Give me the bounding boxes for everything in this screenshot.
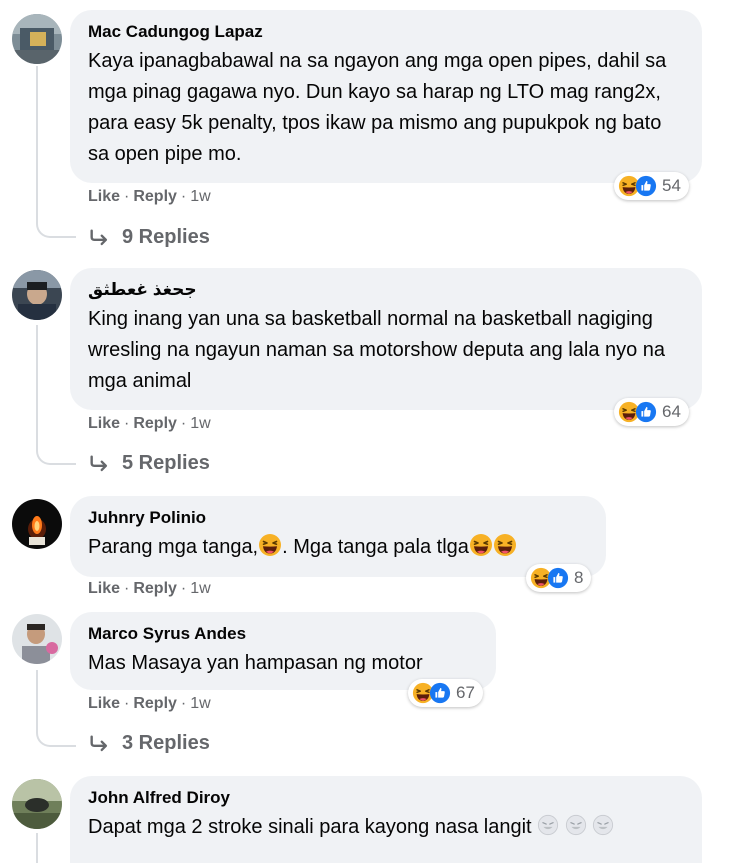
comment-text: King inang yan una sa basketball normal … xyxy=(88,308,666,392)
comment-bubble: جحغذ غعطثق King inang yan una sa basketb… xyxy=(70,268,702,410)
comment-author[interactable]: جحغذ غعطثق xyxy=(88,278,684,302)
comment-actions: Like · Reply · 1w xyxy=(88,415,211,433)
reaction-count: 54 xyxy=(662,176,681,195)
reply-arrow-icon xyxy=(88,227,110,249)
comment-actions: Like · Reply · 1w xyxy=(88,188,211,206)
comment-text: Kaya ipanagbabawal na sa ngayon ang mga … xyxy=(88,50,667,165)
comment-timestamp[interactable]: 1w xyxy=(190,695,210,712)
laughing-emoji-icon xyxy=(469,533,493,557)
comment-timestamp[interactable]: 1w xyxy=(190,415,210,432)
emoji-icon xyxy=(565,814,587,836)
like-button[interactable]: Like xyxy=(88,415,120,432)
reaction-summary[interactable]: 54 xyxy=(614,172,689,200)
emoji-icon xyxy=(537,814,559,836)
thread-line xyxy=(36,325,38,443)
comment-text: Mas Masaya yan hampasan ng motor xyxy=(88,652,423,674)
like-button[interactable]: Like xyxy=(88,580,120,597)
comment-author[interactable]: Marco Syrus Andes xyxy=(88,622,478,646)
comment-author[interactable]: John Alfred Diroy xyxy=(88,786,684,810)
like-reaction-icon xyxy=(429,682,451,704)
reply-button[interactable]: Reply xyxy=(133,415,177,432)
thread-line xyxy=(36,833,38,863)
like-button[interactable]: Like xyxy=(88,695,120,712)
comment-bubble: Juhnry Polinio Parang mga tanga, . Mga ta… xyxy=(70,496,606,577)
separator: · xyxy=(180,580,187,597)
reaction-summary[interactable]: 67 xyxy=(408,679,483,707)
avatar[interactable] xyxy=(12,14,62,64)
comment-bubble: John Alfred Diroy Dapat mga 2 stroke sin… xyxy=(70,776,702,863)
comment-timestamp[interactable]: 1w xyxy=(190,580,210,597)
comments-feed: Mac Cadungog Lapaz Kaya ipanagbabawal na… xyxy=(0,0,750,863)
comment-text: Dapat mga 2 stroke sinali para kayong na… xyxy=(88,812,684,843)
separator: · xyxy=(124,415,130,432)
replies-count-label: 3 Replies xyxy=(122,732,210,754)
reply-button[interactable]: Reply xyxy=(133,695,177,712)
reaction-count: 8 xyxy=(574,568,584,587)
reaction-count: 67 xyxy=(456,683,475,702)
avatar[interactable] xyxy=(12,614,62,664)
reply-arrow-icon xyxy=(88,733,110,755)
replies-count-label: 5 Replies xyxy=(122,452,210,474)
reply-button[interactable]: Reply xyxy=(133,188,177,205)
comment-text-part: Dapat mga 2 stroke sinali para kayong na… xyxy=(88,816,532,838)
thread-connector xyxy=(36,725,76,747)
thread-connector xyxy=(36,216,76,238)
separator: · xyxy=(180,188,187,205)
thread-connector xyxy=(36,443,76,465)
comment-item: Mac Cadungog Lapaz Kaya ipanagbabawal na… xyxy=(0,0,750,265)
comment-text-part: Parang mga tanga, xyxy=(88,536,259,558)
comment-timestamp[interactable]: 1w xyxy=(190,188,210,205)
reply-button[interactable]: Reply xyxy=(133,580,177,597)
comment-actions: Like · Reply · 1w xyxy=(88,695,211,713)
avatar[interactable] xyxy=(12,270,62,320)
separator: · xyxy=(124,188,130,205)
avatar[interactable] xyxy=(12,499,62,549)
reaction-summary[interactable]: 64 xyxy=(614,398,689,426)
like-reaction-icon xyxy=(547,567,569,589)
like-reaction-icon xyxy=(635,401,657,423)
laughing-emoji-icon xyxy=(258,533,282,557)
reaction-count: 64 xyxy=(662,402,681,421)
replies-count-label: 9 Replies xyxy=(122,226,210,248)
avatar[interactable] xyxy=(12,779,62,829)
reply-arrow-icon xyxy=(88,453,110,475)
comment-author[interactable]: Mac Cadungog Lapaz xyxy=(88,20,684,44)
laughing-emoji-icon xyxy=(493,533,517,557)
comment-text: Parang mga tanga, . Mga tanga pala tlga xyxy=(88,532,588,563)
separator: · xyxy=(180,415,187,432)
thread-line xyxy=(36,66,38,216)
comment-author[interactable]: Juhnry Polinio xyxy=(88,506,588,530)
view-replies-button[interactable]: 9 Replies xyxy=(88,226,210,249)
emoji-icon xyxy=(592,814,614,836)
view-replies-button[interactable]: 5 Replies xyxy=(88,452,210,475)
comment-actions: Like · Reply · 1w xyxy=(88,580,211,598)
like-button[interactable]: Like xyxy=(88,188,120,205)
reaction-summary[interactable]: 8 xyxy=(526,564,592,592)
comment-text-part: . Mga tanga pala tlga xyxy=(282,536,469,558)
thread-line xyxy=(36,670,38,725)
separator: · xyxy=(180,695,187,712)
separator: · xyxy=(124,580,130,597)
separator: · xyxy=(124,695,130,712)
comment-bubble: Mac Cadungog Lapaz Kaya ipanagbabawal na… xyxy=(70,10,702,183)
view-replies-button[interactable]: 3 Replies xyxy=(88,732,210,755)
like-reaction-icon xyxy=(635,175,657,197)
